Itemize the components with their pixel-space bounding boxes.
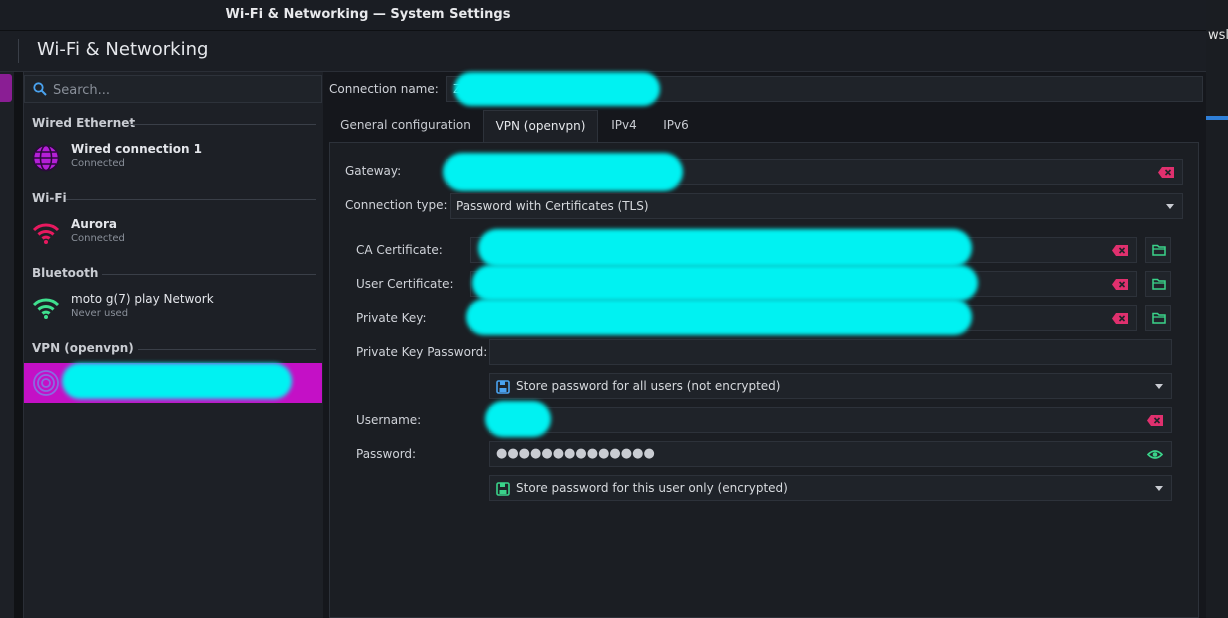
section-label: Wired Ethernet xyxy=(32,116,136,130)
connection-name-label: Connection name: xyxy=(329,82,439,96)
redaction-mark xyxy=(485,401,551,437)
clear-icon[interactable] xyxy=(1112,245,1128,256)
category-strip xyxy=(0,72,14,618)
connection-editor: Connection name: Zl General configuratio… xyxy=(323,72,1206,618)
connection-status: Connected xyxy=(71,158,125,169)
search-icon xyxy=(33,82,47,96)
chevron-down-icon xyxy=(1155,384,1163,389)
section-divider xyxy=(102,274,316,275)
connection-status: Never used xyxy=(71,308,129,319)
tab-ipv6[interactable]: IPv6 xyxy=(656,110,696,141)
wifi-icon xyxy=(32,223,60,244)
redaction-mark xyxy=(466,299,972,335)
background-accent-bar xyxy=(1206,116,1228,120)
folder-icon xyxy=(1152,244,1166,256)
tab-vpn-openvpn[interactable]: VPN (openvpn) xyxy=(483,110,598,142)
password-value: ●●●●●●●●●●●●●● xyxy=(496,446,655,461)
section-label: Bluetooth xyxy=(32,266,99,280)
connection-name: Aurora xyxy=(71,217,118,231)
clear-icon[interactable] xyxy=(1112,313,1128,324)
tab-bar: General configuration VPN (openvpn) IPv4… xyxy=(330,110,1199,143)
header-separator xyxy=(18,39,19,63)
section-wifi: Wi-Fi xyxy=(32,191,316,209)
connections-sidebar: Wired Ethernet Wired connection 1 Connec… xyxy=(23,72,324,618)
section-bluetooth: Bluetooth xyxy=(32,266,316,284)
password-field[interactable]: ●●●●●●●●●●●●●● xyxy=(489,441,1172,467)
username-label: Username: xyxy=(356,413,422,427)
section-divider xyxy=(66,199,316,200)
tab-general-configuration[interactable]: General configuration xyxy=(330,110,481,141)
folder-icon xyxy=(1152,278,1166,290)
globe-icon xyxy=(32,144,60,172)
connection-type-value: Password with Certificates (TLS) xyxy=(456,199,649,213)
tab-ipv4[interactable]: IPv4 xyxy=(604,110,644,141)
private-key-browse-button[interactable] xyxy=(1145,305,1171,331)
password-store-value: Store password for this user only (encry… xyxy=(516,481,788,495)
search-input[interactable] xyxy=(51,80,315,100)
clear-icon[interactable] xyxy=(1112,279,1128,290)
redaction-mark xyxy=(478,229,972,267)
private-key-store-value: Store password for all users (not encryp… xyxy=(516,379,781,393)
connection-type-label: Connection type: xyxy=(345,198,448,212)
connection-name-row: Connection name: Zl xyxy=(329,72,1203,106)
connection-item-wired[interactable]: Wired connection 1 Connected xyxy=(24,138,322,178)
page-title: Wi-Fi & Networking xyxy=(37,39,209,60)
save-icon xyxy=(496,482,510,496)
private-key-label: Private Key: xyxy=(356,311,427,325)
vpn-settings-panel: Gateway: Connection type: Password with … xyxy=(329,142,1199,618)
window-titlebar[interactable]: Wi-Fi & Networking — System Settings xyxy=(0,0,1206,31)
redaction-mark xyxy=(454,72,660,106)
section-label: VPN (openvpn) xyxy=(32,341,134,355)
private-key-password-label: Private Key Password: xyxy=(356,345,488,359)
background-window: wsl xyxy=(1206,0,1228,618)
chevron-down-icon xyxy=(1166,204,1174,209)
vpn-icon xyxy=(33,370,59,396)
folder-icon xyxy=(1152,312,1166,324)
section-wired-ethernet: Wired Ethernet xyxy=(32,116,316,134)
section-divider xyxy=(128,124,316,125)
clear-icon[interactable] xyxy=(1147,415,1163,426)
private-key-store-select[interactable]: Store password for all users (not encryp… xyxy=(489,373,1172,399)
connection-item-vpn[interactable]: erday xyxy=(24,363,322,403)
connection-type-select[interactable]: Password with Certificates (TLS) xyxy=(450,193,1183,219)
password-label: Password: xyxy=(356,447,417,461)
gateway-label: Gateway: xyxy=(345,164,402,178)
background-window-text: wsl xyxy=(1208,28,1228,43)
section-vpn: VPN (openvpn) xyxy=(32,341,316,359)
username-field[interactable]: T xyxy=(489,407,1172,433)
redaction-mark xyxy=(443,153,683,191)
redaction-mark xyxy=(472,265,978,301)
chevron-down-icon xyxy=(1155,486,1163,491)
connection-item-aurora[interactable]: Aurora Connected xyxy=(24,213,322,253)
ca-certificate-label: CA Certificate: xyxy=(356,243,443,257)
redaction-mark xyxy=(62,363,292,399)
window-title: Wi-Fi & Networking — System Settings xyxy=(225,7,511,22)
section-label: Wi-Fi xyxy=(32,191,67,205)
connection-item-moto[interactable]: moto g(7) play Network Never used xyxy=(24,288,322,328)
show-password-icon[interactable] xyxy=(1147,449,1163,460)
connection-name: moto g(7) play Network xyxy=(71,292,214,306)
category-selected-marker[interactable] xyxy=(0,74,12,102)
connection-status: Connected xyxy=(71,233,125,244)
save-icon xyxy=(496,380,510,394)
search-box[interactable] xyxy=(24,75,322,103)
user-certificate-label: User Certificate: xyxy=(356,277,454,291)
private-key-password-field[interactable] xyxy=(489,339,1172,365)
page-header: Wi-Fi & Networking xyxy=(0,31,1206,72)
connection-name: Wired connection 1 xyxy=(71,142,203,156)
section-divider xyxy=(138,349,316,350)
clear-icon[interactable] xyxy=(1158,167,1174,178)
ca-certificate-browse-button[interactable] xyxy=(1145,237,1171,263)
user-certificate-browse-button[interactable] xyxy=(1145,271,1171,297)
password-store-select[interactable]: Store password for this user only (encry… xyxy=(489,475,1172,501)
wifi-icon xyxy=(32,298,60,319)
